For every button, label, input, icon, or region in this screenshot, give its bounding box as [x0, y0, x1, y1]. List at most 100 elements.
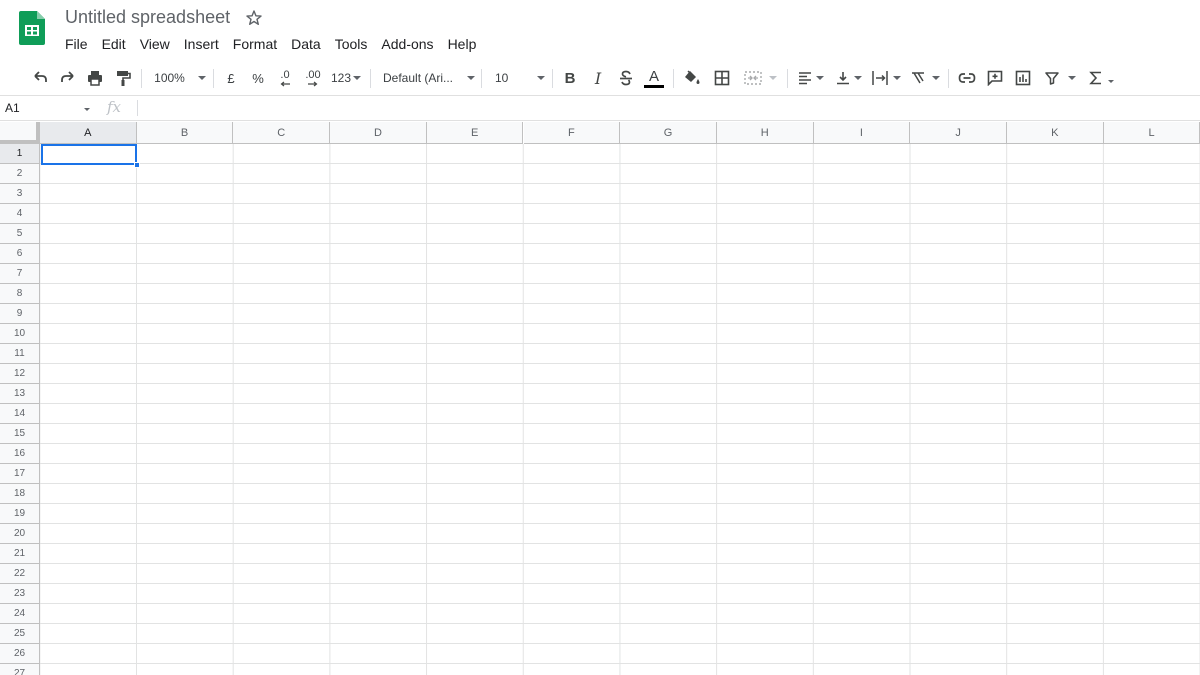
menu-bar: File Edit View Insert Format Data Tools … — [58, 33, 483, 55]
strikethrough-icon[interactable] — [616, 66, 636, 90]
row-header-9[interactable]: 9 — [0, 304, 40, 324]
row-header-13[interactable]: 13 — [0, 384, 40, 404]
increase-decimal-button[interactable]: .00 — [300, 66, 326, 90]
italic-button[interactable]: I — [589, 66, 607, 90]
row-header-11[interactable]: 11 — [0, 344, 40, 364]
sheets-logo-icon[interactable] — [19, 11, 45, 45]
row-header-5[interactable]: 5 — [0, 224, 40, 244]
row-header-4[interactable]: 4 — [0, 204, 40, 224]
borders-icon[interactable] — [711, 66, 733, 90]
paint-format-icon[interactable] — [112, 66, 134, 90]
star-icon[interactable] — [244, 8, 264, 28]
more-formats-button[interactable]: 123 — [330, 66, 362, 90]
row-header-19[interactable]: 19 — [0, 504, 40, 524]
fx-icon: fx — [107, 98, 122, 116]
title-bar: Untitled spreadsheet File Edit View Inse… — [0, 0, 1200, 58]
menu-tools[interactable]: Tools — [328, 33, 375, 55]
menu-edit[interactable]: Edit — [95, 33, 133, 55]
percent-format-button[interactable]: % — [249, 66, 267, 90]
active-cell[interactable] — [41, 144, 137, 165]
link-icon[interactable] — [956, 66, 978, 90]
merge-cells-icon[interactable] — [741, 66, 779, 90]
chevron-down-icon — [537, 76, 545, 80]
row-header-17[interactable]: 17 — [0, 464, 40, 484]
chevron-down-icon — [1067, 76, 1076, 80]
fill-color-icon[interactable] — [681, 66, 703, 90]
redo-icon[interactable] — [57, 66, 79, 90]
row-header-2[interactable]: 2 — [0, 164, 40, 184]
row-header-8[interactable]: 8 — [0, 284, 40, 304]
menu-help[interactable]: Help — [441, 33, 484, 55]
menu-addons[interactable]: Add-ons — [374, 33, 440, 55]
row-header-12[interactable]: 12 — [0, 364, 40, 384]
menu-format[interactable]: Format — [226, 33, 284, 55]
decrease-decimal-label: .0 — [280, 68, 290, 81]
text-color-swatch — [644, 84, 664, 88]
undo-icon[interactable] — [29, 66, 51, 90]
row-header-1[interactable]: 1 — [0, 144, 40, 164]
column-header-l[interactable]: L — [1103, 122, 1200, 144]
decrease-decimal-button[interactable]: .0 — [274, 66, 296, 90]
column-header-a[interactable]: A — [40, 122, 137, 144]
horizontal-align-icon[interactable] — [796, 66, 826, 90]
toolbar-divider — [213, 69, 214, 88]
menu-file[interactable]: File — [58, 33, 95, 55]
filter-icon[interactable] — [1041, 66, 1079, 90]
name-box[interactable]: A1 — [5, 101, 20, 115]
toolbar: 100% £ % .0 .00 123 Default (Ari... 10 B… — [0, 60, 1200, 96]
print-icon[interactable] — [84, 66, 106, 90]
row-header-21[interactable]: 21 — [0, 544, 40, 564]
row-header-10[interactable]: 10 — [0, 324, 40, 344]
row-header-25[interactable]: 25 — [0, 624, 40, 644]
text-color-button[interactable]: A — [643, 66, 665, 90]
select-all-corner[interactable] — [0, 122, 40, 144]
column-header-b[interactable]: B — [136, 122, 234, 144]
more-formats-label: 123 — [330, 71, 352, 85]
chart-icon[interactable] — [1012, 66, 1034, 90]
column-header-k[interactable]: K — [1007, 122, 1104, 144]
column-header-f[interactable]: F — [523, 122, 621, 144]
row-header-27[interactable]: 27 — [0, 664, 40, 675]
chevron-down-icon — [768, 76, 777, 80]
bold-button[interactable]: B — [561, 66, 579, 90]
formula-input[interactable] — [142, 99, 1192, 118]
font-size-select[interactable]: 10 — [495, 66, 545, 90]
comment-icon[interactable] — [984, 66, 1006, 90]
row-header-6[interactable]: 6 — [0, 244, 40, 264]
menu-insert[interactable]: Insert — [177, 33, 226, 55]
text-color-label: A — [648, 67, 659, 85]
cell-area[interactable] — [40, 144, 1200, 675]
row-header-7[interactable]: 7 — [0, 264, 40, 284]
menu-data[interactable]: Data — [284, 33, 328, 55]
text-wrapping-icon[interactable] — [870, 66, 902, 90]
vertical-align-icon[interactable] — [834, 66, 864, 90]
column-header-h[interactable]: H — [716, 122, 814, 144]
font-family-select[interactable]: Default (Ari... — [383, 66, 475, 90]
formula-divider — [137, 100, 138, 116]
row-header-14[interactable]: 14 — [0, 404, 40, 424]
column-header-j[interactable]: J — [910, 122, 1007, 144]
row-header-20[interactable]: 20 — [0, 524, 40, 544]
column-header-i[interactable]: I — [813, 122, 911, 144]
text-rotation-icon[interactable] — [909, 66, 941, 90]
row-header-23[interactable]: 23 — [0, 584, 40, 604]
menu-view[interactable]: View — [133, 33, 177, 55]
fill-handle[interactable] — [134, 162, 140, 168]
zoom-select[interactable]: 100% — [150, 66, 210, 90]
row-header-26[interactable]: 26 — [0, 644, 40, 664]
column-header-e[interactable]: E — [426, 122, 524, 144]
chevron-down-icon[interactable] — [84, 108, 90, 111]
arrow-right-icon — [308, 81, 318, 86]
row-header-16[interactable]: 16 — [0, 444, 40, 464]
functions-icon[interactable] — [1085, 66, 1117, 90]
column-header-d[interactable]: D — [330, 122, 427, 144]
document-title[interactable]: Untitled spreadsheet — [65, 7, 230, 28]
currency-format-button[interactable]: £ — [222, 66, 240, 90]
row-header-24[interactable]: 24 — [0, 604, 40, 624]
row-header-22[interactable]: 22 — [0, 564, 40, 584]
row-header-18[interactable]: 18 — [0, 484, 40, 504]
column-header-g[interactable]: G — [620, 122, 717, 144]
row-header-15[interactable]: 15 — [0, 424, 40, 444]
column-header-c[interactable]: C — [233, 122, 331, 144]
row-header-3[interactable]: 3 — [0, 184, 40, 204]
